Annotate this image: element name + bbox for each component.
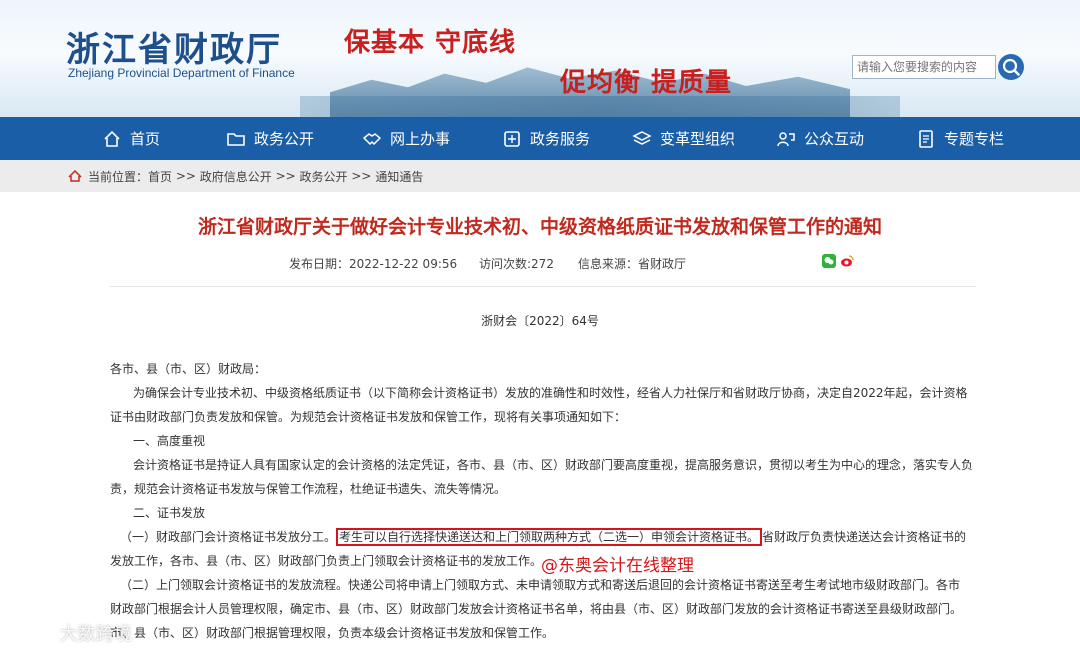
slogan-1: 保基本 守底线	[344, 28, 517, 58]
breadcrumb-separator: >>	[347, 169, 376, 183]
nav-item-online-service[interactable]: 网上办事	[362, 117, 450, 160]
handshake-icon	[362, 132, 382, 145]
paragraph-2-line-1: 会计资格证书是持证人具有国家认定的会计资格的法定凭证，各市、县（市、区）财政部门…	[133, 458, 974, 472]
addressee: 各市、县（市、区）财政局：	[110, 362, 267, 376]
nav-label: 变革型组织	[660, 130, 736, 148]
breadcrumb-separator: >>	[271, 169, 300, 183]
nav-item-gov-service[interactable]: 政务服务	[502, 117, 590, 160]
breadcrumb-item-home[interactable]: 首页	[148, 168, 172, 185]
paragraph-1-line-2: 证书由财政部门负责发放和保管。为规范会计资格证书发放和保管工作，现将有关事项通知…	[110, 410, 627, 424]
section-heading-2: 二、证书发放	[133, 506, 206, 520]
paragraph-4-line-3: 市、县（市、区）财政部门根据管理权限，负责本级会计资格证书发放和保管工作。	[110, 626, 555, 640]
paragraph-2-line-2: 责，规范会计资格证书发放与保管工作流程，杜绝证书遗失、流失等情况。	[110, 482, 507, 496]
nav-item-special-topics[interactable]: 专题专栏	[916, 117, 1004, 160]
nav-item-gov-affairs[interactable]: 政务公开	[226, 117, 314, 160]
nav-label: 政务服务	[530, 130, 591, 148]
visit-count: 访问次数:272	[479, 257, 554, 271]
banner-lake	[300, 96, 900, 117]
nav-label: 网上办事	[390, 130, 451, 148]
breadcrumb-item-gov-info[interactable]: 政府信息公开	[200, 168, 272, 185]
section-heading-1: 一、高度重视	[133, 434, 206, 448]
home-icon	[68, 170, 82, 182]
watermark-text: 大数跨境	[59, 624, 132, 645]
search-button[interactable]	[998, 54, 1024, 80]
paragraph-4-line-2: 财政部门根据会计人员管理权限，确定市、县（市、区）财政部门发放会计资格证书名单，…	[110, 602, 963, 616]
site-logo-title[interactable]: 浙江省财政厅	[66, 22, 282, 71]
nav-label: 首页	[130, 130, 161, 148]
watermark: 大数跨境	[8, 620, 132, 646]
breadcrumb-prefix: 当前位置：	[88, 169, 149, 184]
paragraph-3-line-1: （一）财政部门会计资格证书发放分工。 考生可以自行选择快递送达和上门领取两种方式（…	[120, 525, 990, 549]
weibo-share-icon[interactable]	[840, 254, 854, 268]
title-divider	[110, 286, 976, 287]
service-icon	[504, 130, 520, 147]
info-source: 信息来源：省财政厅	[578, 257, 687, 271]
nav-label: 专题专栏	[944, 130, 1005, 148]
site-logo-subtitle: Zhejiang Provincial Department of Financ…	[68, 66, 295, 80]
watermark-logo-icon	[10, 628, 53, 642]
article-title: 浙江省财政厅关于做好会计专业技术初、中级资格纸质证书发放和保管工作的通知	[197, 216, 882, 238]
paragraph-1-line-1: 为确保会计专业技术初、中级资格纸质证书（以下简称会计资格证书）发放的准确性和时效…	[133, 386, 968, 400]
highlighted-sentence: 考生可以自行选择快递送达和上门领取两种方式（二选一）申领会计资格证书。	[336, 528, 763, 546]
slogan-2: 促均衡 提质量	[560, 68, 733, 98]
paragraph-4-line-1: （二）上门领取会计资格证书的发放流程。快递公司将申请上门领取方式、未申请领取方式…	[120, 578, 961, 592]
home-icon	[104, 130, 120, 147]
paragraph-3-rest: 省财政厅负责快递送达会计资格证书的	[762, 530, 967, 544]
search-icon	[1002, 58, 1020, 76]
main-nav: 首页 政务公开 网上办事 政务服务 变革型组织 公众互动 专题专栏	[0, 117, 1080, 160]
breadcrumb-item-notices[interactable]: 通知通告	[375, 168, 423, 185]
nav-label: 公众互动	[804, 130, 865, 148]
wechat-share-icon[interactable]	[822, 254, 836, 268]
interaction-icon	[777, 131, 795, 146]
folder-icon	[227, 132, 245, 146]
nav-item-home[interactable]: 首页	[102, 117, 160, 160]
paragraph-3-intro: （一）财政部门会计资格证书发放分工。	[120, 530, 337, 544]
header-banner: 浙江省财政厅 Zhejiang Provincial Department of…	[0, 0, 1080, 117]
publish-date: 发布日期：2022-12-22 09:56	[289, 257, 458, 271]
document-number: 浙财会〔2022〕64号	[481, 314, 599, 328]
document-icon	[919, 129, 933, 148]
nav-item-public-interaction[interactable]: 公众互动	[776, 117, 864, 160]
nav-item-reform-org[interactable]: 变革型组织	[632, 117, 735, 160]
breadcrumb-item-gov-affairs[interactable]: 政务公开	[300, 168, 348, 185]
search-input[interactable]	[852, 55, 996, 79]
breadcrumb: 当前位置： 首页 >> 政府信息公开 >> 政务公开 >> 通知通告	[0, 160, 1080, 192]
nav-label: 政务公开	[254, 130, 315, 148]
layers-icon	[632, 130, 652, 145]
breadcrumb-separator: >>	[172, 169, 200, 183]
